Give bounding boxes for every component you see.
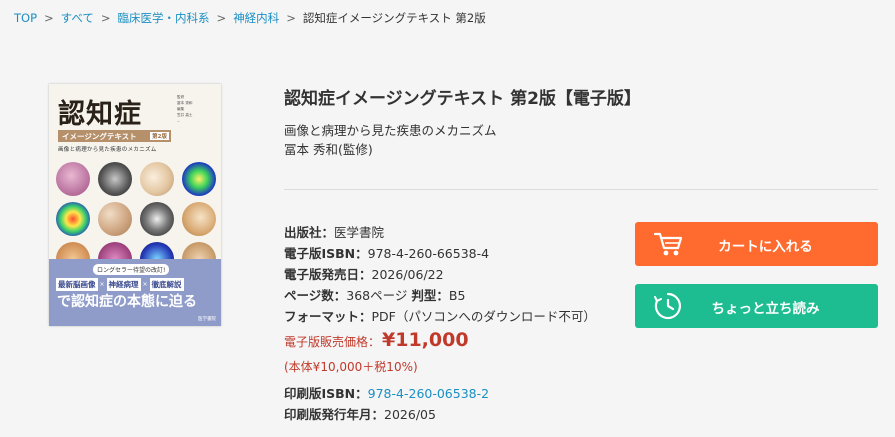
product-author: 冨本 秀和(監修): [284, 142, 373, 157]
cover-caption: 画像と病理から見た疾患のメカニズム: [58, 147, 157, 153]
cover-publisher: 医学書院: [198, 317, 216, 322]
release-date-label: 電子版発売日：: [284, 267, 372, 282]
price-label: 電子版販売価格：: [284, 335, 381, 349]
cover-brain-scan-image: [98, 162, 132, 196]
cover-pathology-image: [140, 162, 174, 196]
preview-label: ちょっと立ち読み: [711, 301, 820, 317]
cover-band-text: イメージングテキスト: [62, 132, 137, 141]
cover-brain-scan-image: [140, 202, 174, 236]
release-date-value: 2026/06/22: [371, 267, 444, 282]
size-value: B5: [448, 288, 466, 303]
print-date-label: 印刷版発行年月：: [284, 407, 385, 422]
pages-label: ページ数：: [284, 288, 347, 303]
price-tax-breakdown: (本体¥10,000＋税10%): [284, 360, 418, 374]
cover-editors: 監修 冨本 秀和 編集 笠井 高士 ...: [177, 94, 193, 124]
print-isbn-link[interactable]: 978-4-260-06538-2: [368, 386, 489, 401]
publisher-label: 出版社：: [284, 225, 335, 240]
print-date-row: 印刷版発行年月：2026/05: [284, 404, 436, 423]
print-isbn-row: 印刷版ISBN：978-4-260-06538-2: [284, 383, 489, 402]
add-to-cart-label: カートに入れる: [718, 239, 813, 255]
print-date-value: 2026/05: [384, 407, 436, 422]
price-value: ¥11,000: [382, 329, 469, 351]
pages-row: ページ数：368ページ 判型：B5: [284, 285, 465, 304]
divider: [284, 189, 878, 190]
breadcrumb: TOP > すべて > 臨床医学・内科系 > 神経内科 > 認知症イメージングテキスト 第2版: [14, 10, 486, 26]
product-subtitle: 画像と病理から見た疾患のメカニズム: [284, 123, 497, 138]
cover-slogan: で認知症の本態に迫る: [57, 294, 197, 310]
cover-pathology-image: [98, 202, 132, 236]
breadcrumb-link-clinical[interactable]: 臨床医学・内科系: [118, 11, 210, 25]
pages-value: 368ページ: [346, 288, 408, 303]
ebook-isbn-value: 978-4-260-66538-4: [367, 246, 490, 261]
breadcrumb-link-top[interactable]: TOP: [14, 11, 37, 25]
cover-edition-badge: 第2版: [150, 132, 169, 140]
ebook-isbn-row: 電子版ISBN：978-4-260-66538-4: [284, 243, 489, 262]
cover-chips: 最新脳画像 × 神経病理 × 徹底解説: [56, 278, 184, 291]
publisher-row: 出版社：医学書院: [284, 222, 384, 241]
cover-tagline: ロングセラー待望の改訂!: [93, 264, 170, 275]
preview-button[interactable]: ちょっと立ち読み: [635, 284, 878, 328]
breadcrumb-separator: >: [44, 11, 54, 25]
publisher-value: 医学書院: [334, 225, 385, 240]
add-to-cart-button[interactable]: カートに入れる: [635, 222, 878, 266]
cover-chip: 最新脳画像: [56, 278, 98, 291]
cover-chip: 神経病理: [106, 278, 141, 291]
cover-pet-scan-image: [182, 162, 216, 196]
breadcrumb-link-neurology[interactable]: 神経内科: [233, 11, 279, 25]
cover-bottom-panel: ロングセラー待望の改訂! 最新脳画像 × 神経病理 × 徹底解説 で認知症の本態…: [49, 259, 221, 326]
cover-pet-scan-image: [56, 202, 90, 236]
cover-title: 認知症: [58, 99, 142, 130]
breadcrumb-separator: >: [100, 11, 111, 25]
cover-chip-separator: ×: [142, 281, 148, 288]
cover-chip: 徹底解説: [149, 278, 184, 291]
format-row: フォーマット：PDF（パソコンへのダウンロード不可）: [284, 306, 596, 325]
breadcrumb-link-all[interactable]: すべて: [61, 11, 94, 25]
breadcrumb-separator: >: [286, 11, 296, 25]
format-label: フォーマット：: [284, 309, 372, 324]
ebook-isbn-label: 電子版ISBN：: [284, 246, 368, 261]
format-value: PDF（パソコンへのダウンロード不可）: [371, 309, 596, 324]
cover-editor-line: ...: [177, 119, 181, 123]
price-row: 電子版販売価格： ¥11,000: [284, 329, 469, 351]
cover-band: イメージングテキスト 第2版: [58, 130, 171, 142]
breadcrumb-separator: >: [216, 11, 227, 25]
cover-pathology-image: [56, 162, 90, 196]
product-title: 認知症イメージングテキスト 第2版【電子版】: [284, 89, 641, 109]
cover-pathology-image: [182, 202, 216, 236]
release-date-row: 電子版発売日：2026/06/22: [284, 264, 444, 283]
book-cover-image[interactable]: 認知症 監修 冨本 秀和 編集 笠井 高士 ... イメージングテキスト 第2版…: [49, 84, 221, 326]
breadcrumb-current: 認知症イメージングテキスト 第2版: [302, 11, 486, 25]
print-isbn-label: 印刷版ISBN：: [284, 386, 368, 401]
cover-chip-separator: ×: [99, 281, 105, 288]
size-label: 判型：: [411, 288, 449, 303]
